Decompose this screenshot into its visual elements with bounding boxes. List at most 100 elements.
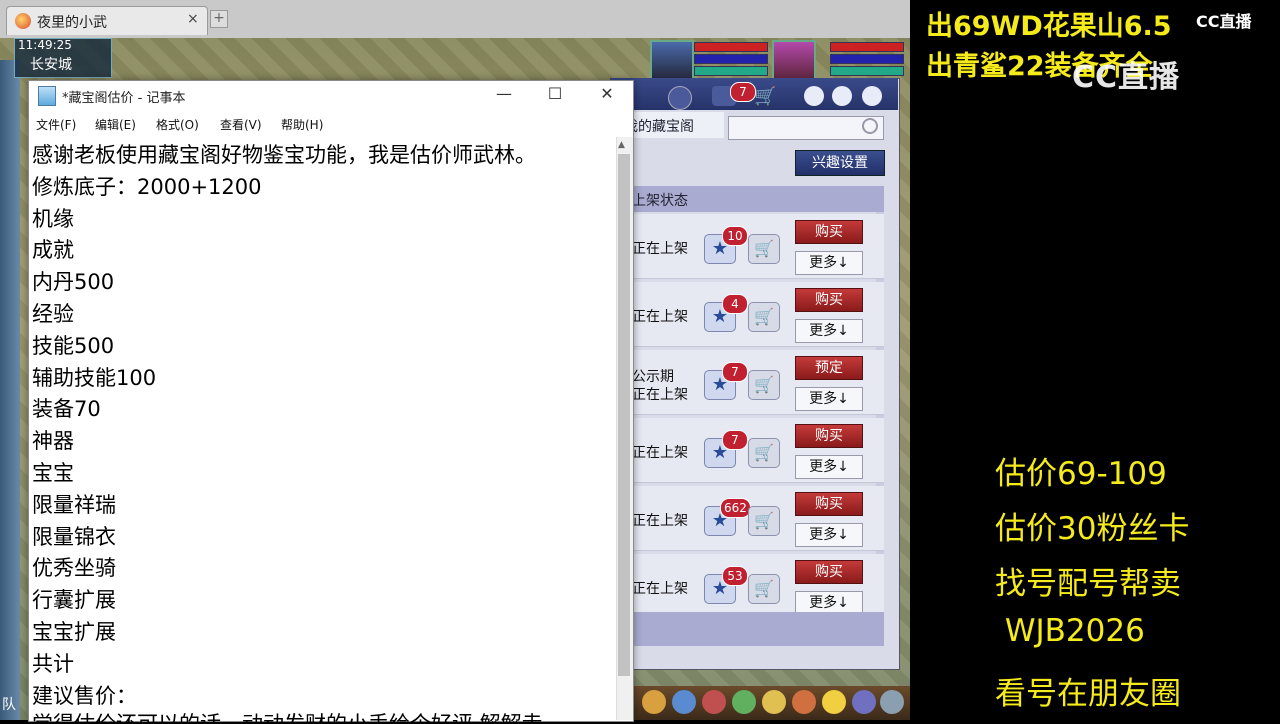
gift-icon[interactable] [792, 690, 816, 714]
task-icon[interactable] [702, 690, 726, 714]
bag-icon[interactable] [642, 690, 666, 714]
text-line: 限量锦衣 [32, 524, 116, 549]
text-line: 经验 [32, 301, 74, 326]
reserve-button[interactable]: 预定 [795, 356, 863, 380]
more-button[interactable]: 更多↓ [795, 523, 863, 547]
notepad-scrollbar-thumb[interactable] [618, 154, 630, 676]
record-icon[interactable] [668, 86, 692, 110]
add-to-cart-icon[interactable]: 🛒 [748, 234, 780, 264]
buy-button[interactable]: 购买 [795, 220, 863, 244]
add-to-cart-icon[interactable]: 🛒 [748, 438, 780, 468]
text-line: 感谢老板使用藏宝阁好物鉴宝功能，我是估价师武林。 [32, 143, 536, 167]
settings-icon[interactable] [880, 690, 904, 714]
more-button[interactable]: 更多↓ [795, 387, 863, 411]
game-left-sidebar [0, 60, 20, 720]
text-line: 神器 [32, 429, 74, 454]
favorite-count: 53 [722, 566, 748, 586]
listing-status: 正在上架 [632, 309, 688, 325]
system-icon[interactable] [852, 690, 876, 714]
column-header-label: 上架状态 [632, 193, 688, 209]
info-line-2: 估价30粉丝卡 [995, 511, 1190, 547]
cart-header-icon[interactable]: 🛒 [754, 86, 776, 107]
tab-close-icon[interactable]: × [187, 11, 199, 27]
notepad-icon [38, 86, 56, 106]
game-logo-icon [15, 13, 31, 29]
info-line-4: WJB2026 [995, 613, 1145, 649]
favorite-count: 10 [722, 226, 748, 246]
favorite-count: 662 [720, 498, 751, 518]
menu-file[interactable]: 文件(F) [36, 116, 76, 133]
pet-exp-bar [694, 66, 768, 76]
maximize-button[interactable]: ☐ [543, 84, 567, 103]
more-button[interactable]: 更多↓ [795, 455, 863, 479]
text-line: 觉得估价还可以的话，动动发财的小手给个好评 解解走 [32, 712, 618, 724]
more-button[interactable]: 更多↓ [795, 319, 863, 343]
promo-line-1: 出69WD花果山6.5 [926, 11, 1172, 42]
game-time: 11:49:25 [18, 38, 72, 52]
player-sp-bar [830, 66, 904, 76]
cc-live-watermark: CC直播 [1072, 60, 1181, 95]
skill-icon[interactable] [672, 690, 696, 714]
info-line-5: 看号在朋友圈 [995, 676, 1181, 712]
text-line: 建议售价： [32, 683, 137, 708]
stream-overlay-panel [910, 0, 1280, 720]
team-label[interactable]: 队 [2, 694, 16, 714]
add-to-cart-icon[interactable]: 🛒 [748, 302, 780, 332]
pet-hp-bar [694, 42, 768, 52]
add-to-cart-icon[interactable]: 🛒 [748, 574, 780, 604]
add-to-cart-icon[interactable]: 🛒 [748, 506, 780, 536]
menu-view[interactable]: 查看(V) [220, 116, 262, 133]
tab-title: 夜里的小武 [37, 15, 107, 31]
team-icon[interactable] [732, 690, 756, 714]
pet-mp-bar [694, 54, 768, 64]
scroll-up-arrow-icon[interactable]: ▲ [618, 140, 625, 150]
add-to-cart-icon[interactable]: 🛒 [748, 370, 780, 400]
listing-status: 正在上架 [632, 445, 688, 461]
player-hp-bar [830, 42, 904, 52]
friend-icon[interactable] [762, 690, 786, 714]
text-line: 共计 [32, 651, 74, 676]
text-line: 技能500 [32, 333, 115, 358]
favorite-count: 7 [722, 430, 748, 450]
text-line: 内丹500 [32, 270, 115, 295]
text-line: 宝宝扩展 [32, 619, 116, 644]
text-line: 行囊扩展 [32, 588, 116, 613]
menu-format[interactable]: 格式(O) [156, 116, 199, 133]
browser-tab[interactable]: 夜里的小武 × [6, 6, 208, 35]
close-button[interactable]: ✕ [595, 84, 619, 103]
listing-status: 正在上架 [632, 241, 688, 257]
panel-footer [610, 612, 884, 646]
menu-edit[interactable]: 编辑(E) [95, 116, 136, 133]
notepad-text-area[interactable]: 感谢老板使用藏宝阁好物鉴宝功能，我是估价师武林。 修炼底子：2000+1200 … [32, 140, 618, 724]
text-line: 宝宝 [32, 460, 74, 485]
info-line-3: 找号配号帮卖 [995, 566, 1181, 602]
player-mp-bar [830, 54, 904, 64]
more-button[interactable]: 更多↓ [795, 251, 863, 275]
search-input[interactable] [728, 116, 884, 140]
listing-status: 正在上架 [632, 581, 688, 597]
buy-button[interactable]: 购买 [795, 492, 863, 516]
buy-button[interactable]: 购买 [795, 560, 863, 584]
text-line: 限量祥瑞 [32, 492, 116, 517]
new-tab-button[interactable]: + [210, 10, 228, 28]
gear-icon[interactable] [832, 86, 852, 106]
text-line: 机缘 [32, 206, 74, 231]
text-line: 修炼底子：2000+1200 [32, 174, 262, 199]
text-line: 辅助技能100 [32, 365, 157, 390]
game-location: 长安城 [30, 57, 72, 73]
interest-settings-button[interactable]: 兴趣设置 [795, 150, 885, 176]
emote-icon[interactable] [822, 690, 846, 714]
listing-status: 公示期 正在上架 [632, 369, 688, 403]
text-line: 成就 [32, 238, 74, 263]
favorite-count: 4 [722, 294, 748, 314]
minimize-icon[interactable] [804, 86, 824, 106]
buy-button[interactable]: 购买 [795, 424, 863, 448]
menu-help[interactable]: 帮助(H) [281, 116, 323, 133]
close-icon[interactable] [862, 86, 882, 106]
favorite-count: 7 [722, 362, 748, 382]
buy-button[interactable]: 购买 [795, 288, 863, 312]
minimize-button[interactable]: — [492, 84, 516, 103]
search-icon[interactable] [862, 118, 878, 134]
listing-status: 正在上架 [632, 513, 688, 529]
notification-badge: 7 [730, 82, 756, 102]
